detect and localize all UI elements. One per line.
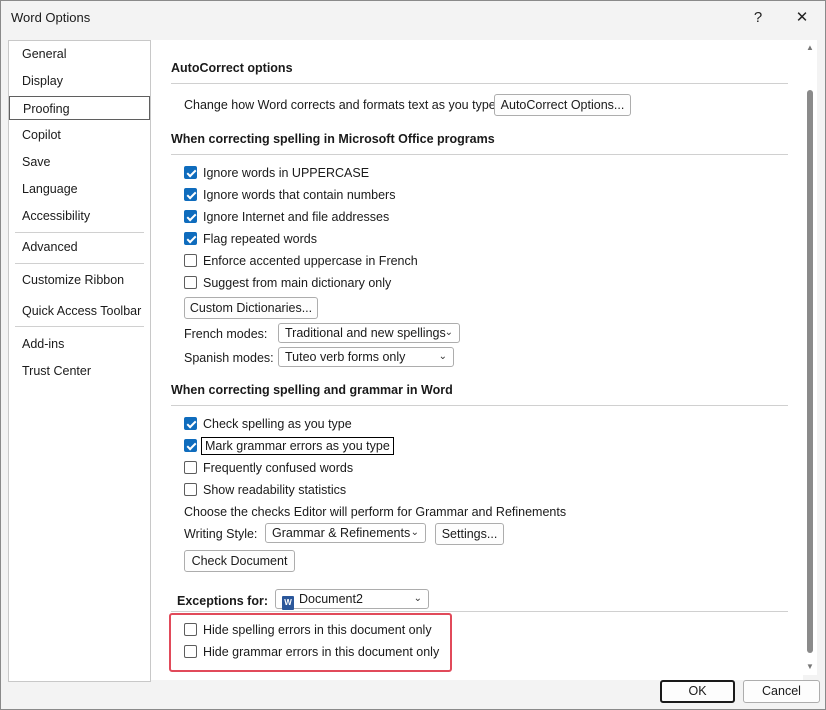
vertical-scrollbar[interactable]: ▲ ▼: [803, 40, 817, 675]
checkbox-checked-icon[interactable]: [184, 188, 197, 201]
french-modes-dropdown[interactable]: Traditional and new spellings ⌄: [278, 323, 460, 343]
exceptions-document-dropdown[interactable]: W Document2 ⌄: [275, 589, 429, 610]
enforce-accented-uppercase-checkbox[interactable]: Enforce accented uppercase in French: [184, 252, 418, 270]
autocorrect-section-title: AutoCorrect options: [171, 61, 293, 75]
sidebar-divider: [15, 263, 144, 264]
chevron-down-icon: ⌄: [444, 327, 453, 338]
chevron-down-icon: ⌄: [410, 527, 419, 538]
checkbox-checked-icon[interactable]: [184, 232, 197, 245]
section-divider: [171, 611, 788, 612]
editor-checks-description: Choose the checks Editor will perform fo…: [184, 505, 567, 519]
checkbox-unchecked-icon[interactable]: [184, 276, 197, 289]
scrollbar-thumb[interactable]: [807, 90, 813, 653]
checkbox-checked-icon[interactable]: [184, 166, 197, 179]
section-divider: [171, 405, 788, 406]
autocorrect-description: Change how Word corrects and formats tex…: [184, 98, 500, 112]
frequently-confused-words-checkbox[interactable]: Frequently confused words: [184, 459, 353, 477]
close-icon[interactable]: ✕: [782, 5, 822, 31]
sidebar-item-quick-access-toolbar[interactable]: Quick Access Toolbar: [9, 299, 150, 323]
office-spelling-section-title: When correcting spelling in Microsoft Of…: [171, 132, 495, 146]
title-bar: Word Options ? ✕: [1, 1, 825, 35]
mark-grammar-errors-checkbox[interactable]: Mark grammar errors as you type: [184, 437, 394, 455]
ignore-uppercase-checkbox[interactable]: Ignore words in UPPERCASE: [184, 164, 369, 182]
window-title: Word Options: [11, 10, 91, 25]
checkbox-unchecked-icon[interactable]: [184, 483, 197, 496]
spanish-modes-dropdown[interactable]: Tuteo verb forms only ⌄: [278, 347, 454, 367]
exceptions-highlight-box: [169, 613, 452, 672]
ok-button[interactable]: OK: [660, 680, 735, 703]
settings-button[interactable]: Settings...: [435, 523, 504, 545]
exceptions-for-label: Exceptions for:: [177, 594, 268, 608]
scroll-up-icon[interactable]: ▲: [806, 43, 814, 52]
checkbox-unchecked-icon[interactable]: [184, 461, 197, 474]
autocorrect-options-button[interactable]: AutoCorrect Options...: [494, 94, 631, 116]
scroll-down-icon[interactable]: ▼: [806, 662, 814, 671]
section-divider: [171, 154, 788, 155]
writing-style-dropdown[interactable]: Grammar & Refinements ⌄: [265, 523, 426, 543]
chevron-down-icon: ⌄: [438, 351, 447, 362]
word-grammar-section-title: When correcting spelling and grammar in …: [171, 383, 453, 397]
checkbox-unchecked-icon[interactable]: [184, 254, 197, 267]
sidebar-item-advanced[interactable]: Advanced: [9, 235, 150, 259]
writing-style-label: Writing Style:: [184, 527, 258, 541]
check-spelling-checkbox[interactable]: Check spelling as you type: [184, 415, 352, 433]
sidebar-item-save[interactable]: Save: [9, 150, 150, 174]
sidebar-item-language[interactable]: Language: [9, 177, 150, 201]
sidebar-item-customize-ribbon[interactable]: Customize Ribbon: [9, 268, 150, 292]
ignore-internet-addresses-checkbox[interactable]: Ignore Internet and file addresses: [184, 208, 389, 226]
custom-dictionaries-button[interactable]: Custom Dictionaries...: [184, 297, 318, 319]
chevron-down-icon: ⌄: [413, 593, 422, 604]
sidebar-item-general[interactable]: General: [9, 42, 150, 66]
help-button[interactable]: ?: [738, 5, 778, 31]
sidebar-item-display[interactable]: Display: [9, 69, 150, 93]
suggest-main-dictionary-checkbox[interactable]: Suggest from main dictionary only: [184, 274, 391, 292]
check-document-button[interactable]: Check Document: [184, 550, 295, 572]
sidebar-item-trust-center[interactable]: Trust Center: [9, 359, 150, 383]
proofing-panel: AutoCorrect options Change how Word corr…: [151, 40, 803, 680]
readability-statistics-checkbox[interactable]: Show readability statistics: [184, 481, 346, 499]
cancel-button[interactable]: Cancel: [743, 680, 820, 703]
checkbox-checked-icon[interactable]: [184, 439, 197, 452]
category-sidebar: General Display Proofing Copilot Save La…: [8, 40, 151, 682]
spanish-modes-label: Spanish modes:: [184, 351, 274, 365]
flag-repeated-words-checkbox[interactable]: Flag repeated words: [184, 230, 317, 248]
checkbox-checked-icon[interactable]: [184, 210, 197, 223]
ignore-numbers-checkbox[interactable]: Ignore words that contain numbers: [184, 186, 395, 204]
sidebar-item-proofing[interactable]: Proofing: [9, 96, 150, 120]
sidebar-divider: [15, 232, 144, 233]
sidebar-divider: [15, 326, 144, 327]
sidebar-item-copilot[interactable]: Copilot: [9, 123, 150, 147]
section-divider: [171, 83, 788, 84]
sidebar-item-accessibility[interactable]: Accessibility: [9, 204, 150, 228]
word-options-dialog: Word Options ? ✕ General Display Proofin…: [0, 0, 826, 710]
sidebar-item-add-ins[interactable]: Add-ins: [9, 332, 150, 356]
checkbox-checked-icon[interactable]: [184, 417, 197, 430]
french-modes-label: French modes:: [184, 327, 268, 341]
word-document-icon: W: [282, 596, 294, 610]
